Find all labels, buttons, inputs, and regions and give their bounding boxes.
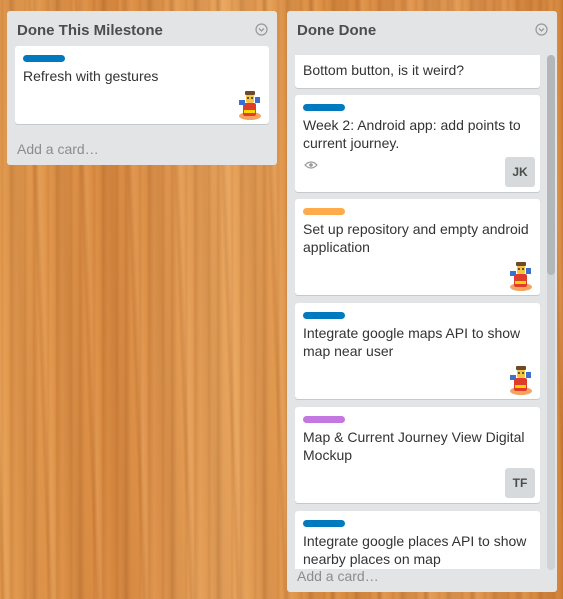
member-avatar[interactable] bbox=[233, 88, 265, 120]
card[interactable]: Set up repository and empty android appl… bbox=[295, 199, 540, 295]
list-menu-icon[interactable] bbox=[535, 23, 548, 36]
card-list[interactable]: Bottom button, is it weird? Week 2: Andr… bbox=[287, 55, 549, 569]
card[interactable]: Refresh with gestures bbox=[15, 46, 269, 124]
card[interactable]: Integrate google places API to show near… bbox=[295, 511, 540, 569]
card-label-orange bbox=[303, 208, 345, 215]
card-title: Integrate google places API to show near… bbox=[303, 533, 527, 567]
list-menu-icon[interactable] bbox=[255, 23, 268, 36]
card-title: Set up repository and empty android appl… bbox=[303, 221, 529, 255]
member-tf[interactable]: TF bbox=[505, 468, 535, 498]
card[interactable]: Week 2: Android app: add points to curre… bbox=[295, 95, 540, 192]
card-title: Week 2: Android app: add points to curre… bbox=[303, 117, 521, 151]
list-header: Done Done bbox=[287, 11, 557, 47]
card[interactable]: Bottom button, is it weird? bbox=[295, 55, 540, 88]
card[interactable]: Map & Current Journey View Digital Mocku… bbox=[295, 407, 540, 503]
avatar-image bbox=[504, 259, 536, 291]
list-done-done: Done Done Bottom button, is it weird? We… bbox=[287, 11, 557, 592]
scrollbar[interactable] bbox=[547, 55, 555, 570]
list-title[interactable]: Done This Milestone bbox=[17, 22, 163, 39]
card-label-blue bbox=[303, 312, 345, 319]
card[interactable]: Integrate google maps API to show map ne… bbox=[295, 303, 540, 399]
eye-icon bbox=[304, 161, 318, 169]
card-label-purple bbox=[303, 416, 345, 423]
scrollbar-thumb[interactable] bbox=[547, 55, 555, 275]
list-title[interactable]: Done Done bbox=[297, 22, 376, 39]
list-header: Done This Milestone bbox=[7, 11, 277, 47]
card-label-blue bbox=[23, 55, 65, 62]
member-avatar[interactable] bbox=[504, 363, 536, 395]
card-title: Refresh with gestures bbox=[23, 68, 159, 84]
card-title: Integrate google maps API to show map ne… bbox=[303, 325, 521, 359]
card-title: Bottom button, is it weird? bbox=[303, 62, 465, 78]
avatar-image bbox=[504, 363, 536, 395]
member-avatar[interactable] bbox=[504, 259, 536, 291]
add-card-link[interactable]: Add a card… bbox=[297, 568, 379, 584]
avatar-image bbox=[233, 88, 265, 120]
list-done-this-milestone: Done This Milestone Refresh with gesture… bbox=[7, 11, 277, 165]
card-label-blue bbox=[303, 520, 345, 527]
card-label-blue bbox=[303, 104, 345, 111]
add-card-link[interactable]: Add a card… bbox=[17, 141, 99, 157]
card-title: Map & Current Journey View Digital Mocku… bbox=[303, 429, 525, 463]
member-jk[interactable]: JK bbox=[505, 157, 535, 187]
